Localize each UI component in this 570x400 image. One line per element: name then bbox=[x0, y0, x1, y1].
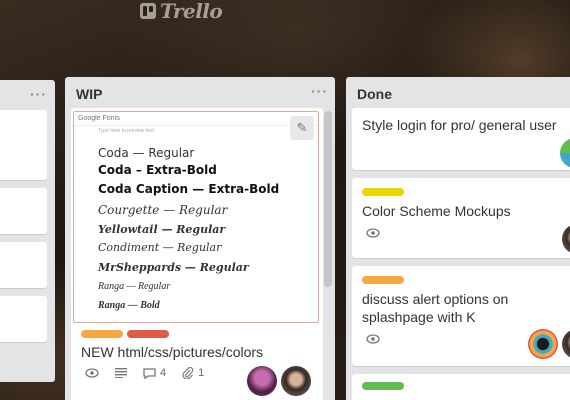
font-sample: Coda — Regular bbox=[98, 146, 195, 160]
list-wip: WIP ··· Google Fonts Type here to previe… bbox=[65, 77, 335, 400]
font-sample: Ranga — Bold bbox=[98, 300, 160, 311]
card-title: discuss alert options on splashpage with… bbox=[362, 291, 509, 325]
list-partial-left: ··· bbox=[0, 80, 55, 382]
list-scrollbar[interactable] bbox=[324, 111, 332, 287]
list-card[interactable]: Color Scheme Mockups bbox=[352, 178, 570, 258]
list-card[interactable] bbox=[352, 374, 570, 400]
comments-count: 4 bbox=[160, 367, 167, 379]
list-card[interactable]: Style login for pro/ general user bbox=[352, 108, 570, 170]
list-done: Done Style login for pro/ general user C… bbox=[346, 77, 570, 400]
eye-icon bbox=[366, 334, 380, 344]
trello-logo[interactable]: Trello bbox=[140, 0, 223, 23]
member-avatar[interactable] bbox=[562, 329, 570, 359]
description-badge bbox=[115, 368, 127, 378]
card-label[interactable] bbox=[362, 188, 404, 196]
list-card[interactable] bbox=[0, 110, 47, 180]
card-label[interactable] bbox=[127, 330, 169, 338]
list-title[interactable]: Done bbox=[357, 86, 392, 102]
attachments-count: 1 bbox=[198, 367, 205, 379]
comments-badge: 4 bbox=[143, 367, 166, 379]
card-badges bbox=[366, 334, 380, 344]
card-title: NEW html/css/pictures/colors bbox=[81, 344, 264, 360]
list-title[interactable]: WIP bbox=[76, 86, 102, 102]
card-title: Style login for pro/ general user bbox=[362, 117, 557, 133]
member-avatar[interactable] bbox=[247, 366, 277, 396]
font-sample: Courgette — Regular bbox=[98, 203, 228, 217]
font-sample: Condiment — Regular bbox=[98, 241, 222, 254]
list-card[interactable] bbox=[0, 188, 47, 234]
list-card[interactable] bbox=[0, 242, 47, 288]
list-menu-button[interactable]: ··· bbox=[311, 83, 328, 99]
card-label[interactable] bbox=[81, 330, 123, 338]
edit-card-icon[interactable]: ✎ bbox=[290, 116, 314, 140]
comment-icon bbox=[143, 367, 156, 379]
member-avatar[interactable] bbox=[560, 138, 570, 168]
card-badges bbox=[366, 228, 380, 238]
member-avatar[interactable] bbox=[562, 224, 570, 254]
attachments-badge: 1 bbox=[182, 367, 204, 379]
font-sample: Ranga — Regular bbox=[98, 281, 171, 292]
logo-text: Trello bbox=[160, 0, 223, 23]
watch-badge bbox=[85, 368, 99, 378]
list-card[interactable] bbox=[0, 296, 47, 342]
font-sample: Coda – Extra-Bold bbox=[98, 163, 217, 177]
list-menu-button[interactable]: ··· bbox=[30, 86, 47, 102]
eye-icon bbox=[366, 228, 380, 238]
font-sample: Coda Caption — Extra-Bold bbox=[98, 182, 280, 196]
card-labels bbox=[81, 330, 169, 338]
font-sample: Yellowtail — Regular bbox=[98, 223, 226, 236]
card-cover-image: Google Fonts Type here to preview text ✎… bbox=[73, 111, 319, 323]
card-labels bbox=[362, 188, 404, 196]
card-label[interactable] bbox=[362, 382, 404, 390]
card-label[interactable] bbox=[362, 276, 404, 284]
cover-header: Google Fonts bbox=[78, 115, 121, 122]
paperclip-icon bbox=[182, 367, 194, 379]
member-avatar[interactable] bbox=[281, 366, 311, 396]
card-badges: 4 1 bbox=[85, 367, 204, 379]
member-avatar[interactable] bbox=[528, 329, 558, 359]
trello-logo-icon bbox=[140, 3, 156, 19]
card-title: Color Scheme Mockups bbox=[362, 203, 511, 219]
list-card[interactable]: discuss alert options on splashpage with… bbox=[352, 266, 570, 366]
eye-icon bbox=[85, 368, 99, 378]
font-sample: MrSheppards — Regular bbox=[98, 261, 249, 274]
cover-placeholder: Type here to preview text bbox=[98, 128, 154, 134]
card-labels bbox=[362, 276, 404, 284]
cover-divider bbox=[74, 125, 318, 126]
description-icon bbox=[115, 368, 127, 378]
card-labels bbox=[362, 382, 404, 390]
